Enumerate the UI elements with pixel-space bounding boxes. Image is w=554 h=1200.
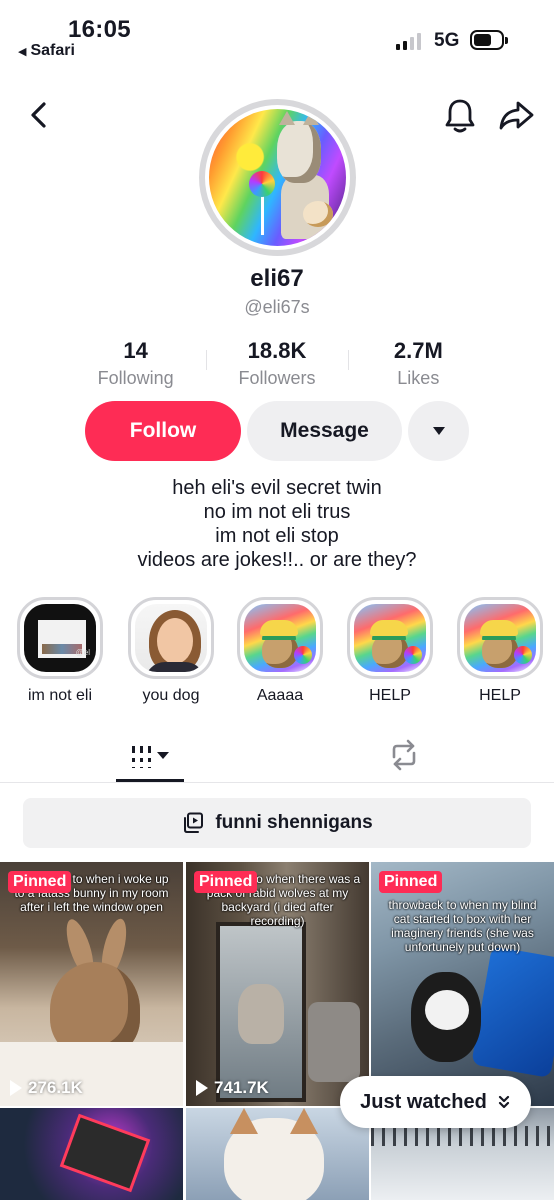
stat-likes[interactable]: 2.7M Likes (347, 338, 489, 390)
bio-line: heh eli's evil secret twin (172, 477, 382, 499)
video-tile[interactable] (0, 1108, 183, 1200)
highlight-label: you dog (142, 687, 200, 704)
video-tile[interactable]: throwback to when my blind cat started t… (371, 862, 554, 1106)
highlight-label: HELP (369, 687, 411, 704)
highlight-thumbnail (244, 604, 316, 672)
highlight-item[interactable]: you dog (127, 597, 215, 705)
stat-value: 2.7M (393, 338, 443, 363)
grid-icon (131, 746, 151, 768)
highlight-thumbnail (135, 604, 207, 672)
highlight-label: im not eli (27, 687, 93, 704)
back-triangle-icon: ◀ (18, 45, 27, 58)
just-watched-button[interactable]: Just watched (340, 1076, 531, 1128)
message-button[interactable]: Message (247, 401, 402, 461)
highlight-thumbnail (354, 604, 426, 672)
tab-reposts[interactable] (386, 737, 422, 773)
tabs-divider (0, 782, 554, 783)
play-icon (10, 1080, 22, 1096)
bio-line: videos are jokes!!.. or are they? (137, 549, 417, 571)
highlight-item[interactable]: HELP (346, 597, 434, 705)
highlight-item[interactable]: HELP (456, 597, 544, 705)
stat-label: Following (97, 368, 174, 388)
stat-label: Followers (238, 368, 316, 388)
stat-followers[interactable]: 18.8K Followers (206, 338, 347, 390)
highlight-thumbnail (464, 604, 536, 672)
avatar-image (209, 109, 346, 246)
more-options-button[interactable] (408, 401, 469, 461)
stat-following[interactable]: 14 Following (65, 338, 206, 390)
status-bar: 16:05 ◀ Safari 5G (0, 0, 554, 70)
back-to-safari-link[interactable]: ◀ Safari (18, 42, 75, 60)
profile-stats: 14 Following 18.8K Followers 2.7M Likes (65, 338, 489, 390)
stat-value: 18.8K (247, 338, 307, 363)
playlist-icon (184, 812, 204, 833)
highlight-item[interactable]: @el im not eli (16, 597, 104, 705)
just-watched-label: Just watched (360, 1090, 487, 1113)
profile-handle: @eli67s (244, 297, 310, 317)
back-arrow-icon[interactable] (24, 98, 54, 132)
video-tile[interactable]: throwback to when i woke up to a fatass … (0, 862, 183, 1106)
double-chevron-down-icon (498, 1095, 509, 1109)
bio-line: no im not eli trus (203, 501, 351, 523)
view-count-value: 276.1K (28, 1078, 83, 1097)
highlight-label: HELP (479, 687, 521, 704)
battery-icon (470, 30, 508, 50)
view-count: 741.7K (196, 1078, 269, 1098)
video-tile[interactable]: throwback to when there was a pack of ra… (186, 862, 369, 1106)
playlist-chip[interactable]: funni shennigans (23, 798, 531, 848)
pinned-badge: Pinned (379, 871, 443, 893)
bio-line: im not eli stop (215, 525, 339, 547)
tab-videos[interactable] (116, 732, 184, 782)
caret-down-icon (432, 427, 445, 435)
highlight-thumbnail: @el (24, 604, 96, 672)
video-caption: throwback to when my blind cat started t… (388, 898, 537, 954)
chevron-down-icon (156, 751, 169, 759)
stat-value: 14 (123, 338, 148, 363)
highlight-item[interactable]: Aaaaa (236, 597, 324, 705)
follow-button[interactable]: Follow (85, 401, 241, 461)
profile-username: eli67 (250, 265, 304, 292)
playlist-label: funni shennigans (215, 812, 373, 833)
video-tile[interactable] (186, 1108, 369, 1200)
bell-icon[interactable] (442, 96, 478, 134)
repost-icon (392, 739, 416, 771)
profile-bio: heh eli's evil secret twin no im not eli… (0, 476, 554, 572)
pinned-badge: Pinned (8, 871, 72, 893)
play-icon (196, 1080, 208, 1096)
view-count: 276.1K (10, 1078, 83, 1098)
share-arrow-icon[interactable] (496, 97, 536, 133)
network-label: 5G (434, 30, 460, 51)
highlight-label: Aaaaa (256, 687, 304, 704)
back-app-label: Safari (30, 42, 75, 59)
stat-label: Likes (397, 368, 440, 388)
profile-avatar[interactable] (199, 99, 356, 256)
view-count-value: 741.7K (214, 1078, 269, 1097)
signal-icon (396, 32, 421, 50)
pinned-badge: Pinned (194, 871, 258, 893)
status-time: 16:05 (68, 16, 131, 43)
